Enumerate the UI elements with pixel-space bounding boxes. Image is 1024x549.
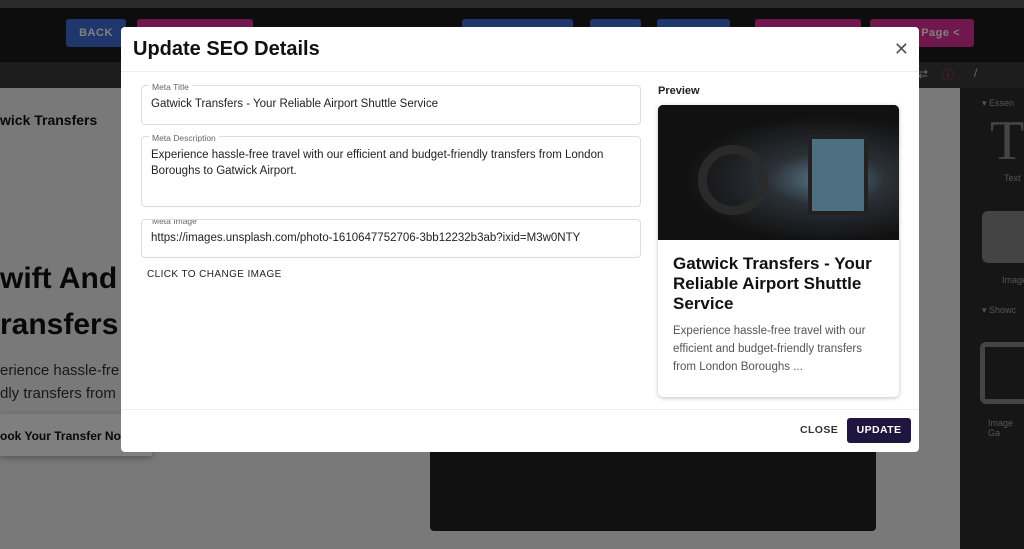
meta-title-label: Meta Title (149, 79, 192, 95)
meta-image-label: Meta Image (149, 220, 200, 229)
meta-description-label: Meta Description (149, 130, 219, 146)
meta-title-value: Gatwick Transfers - Your Reliable Airpor… (151, 98, 438, 110)
modal-footer (121, 409, 919, 410)
meta-image-value: https://images.unsplash.com/photo-161064… (151, 232, 581, 244)
modal-title: Update SEO Details (121, 27, 919, 72)
meta-title-input[interactable]: Meta Title Gatwick Transfers - Your Reli… (141, 79, 641, 125)
preview-card: Gatwick Transfers - Your Reliable Airpor… (658, 105, 899, 397)
close-icon[interactable]: ✕ (894, 39, 909, 60)
meta-description-input[interactable]: Meta Description Experience hassle-free … (141, 130, 641, 207)
preview-label: Preview (658, 85, 700, 97)
meta-description-value: Experience hassle-free travel with our e… (151, 149, 604, 177)
seo-modal: Update SEO Details ✕ Meta Title Gatwick … (121, 27, 919, 452)
update-button[interactable]: UPDATE (847, 418, 911, 443)
meta-image-input[interactable]: Meta Image https://images.unsplash.com/p… (141, 219, 641, 258)
change-image-button[interactable]: CLICK TO CHANGE IMAGE (147, 269, 282, 280)
preview-title: Gatwick Transfers - Your Reliable Airpor… (673, 254, 872, 313)
preview-description: Experience hassle-free travel with our e… (673, 325, 866, 373)
close-button[interactable]: CLOSE (800, 424, 838, 436)
preview-image (658, 105, 899, 240)
